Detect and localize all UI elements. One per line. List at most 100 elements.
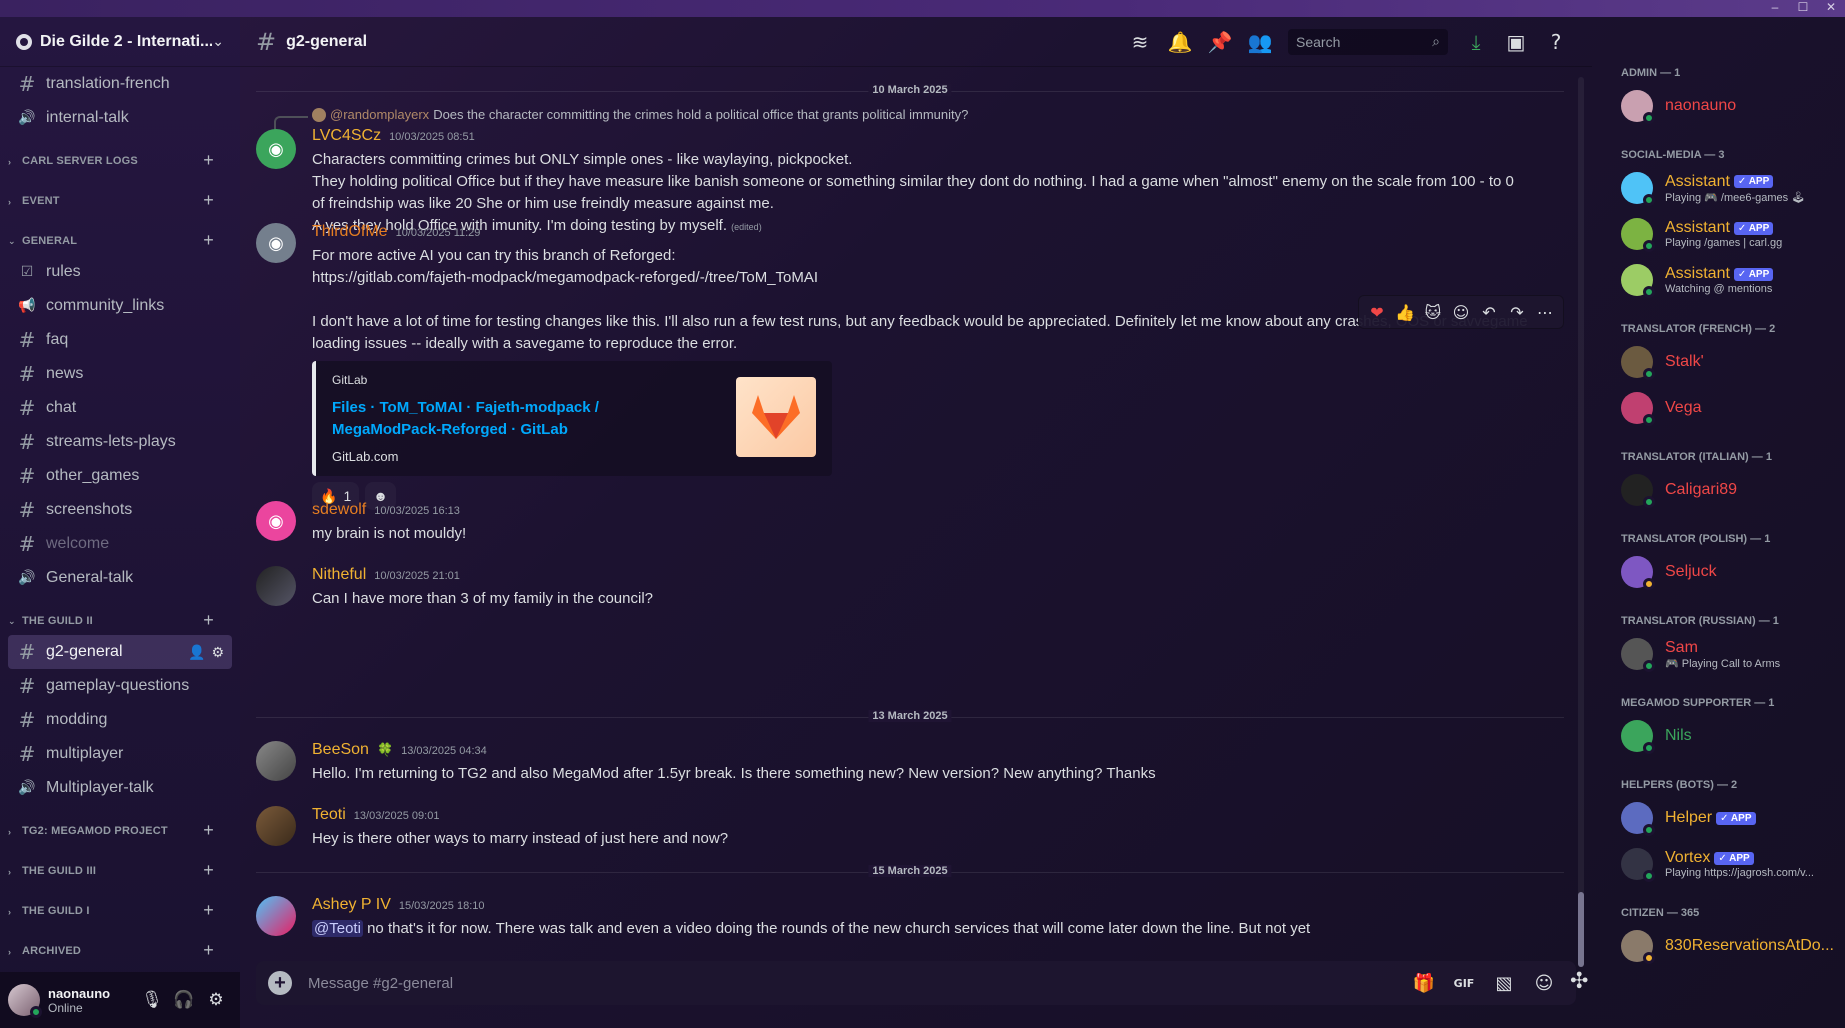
inbox-icon[interactable]: ▣ (1496, 30, 1536, 54)
help-icon[interactable]: ? (1536, 30, 1576, 54)
channel-screenshots[interactable]: # screenshots (8, 493, 232, 527)
channel-community-links[interactable]: 📢 community_links (8, 289, 232, 323)
category-the-guild-iii[interactable]: › THE GUILD III + (8, 845, 232, 885)
member-item[interactable]: Seljuck (1621, 549, 1837, 595)
member-item[interactable]: 830ReservationsAtDo... (1621, 923, 1837, 969)
member-avatar[interactable] (1621, 556, 1655, 590)
message-author[interactable]: Ashey P IV (312, 896, 391, 914)
create-channel-icon[interactable]: + (203, 941, 224, 959)
channel-modding[interactable]: # modding (8, 703, 232, 737)
category-carl-server-logs[interactable]: › CARL SERVER LOGS + (8, 135, 232, 175)
channel-multiplayer-talk[interactable]: 🔊 Multiplayer-talk (8, 771, 232, 805)
channel-news[interactable]: # news (8, 357, 232, 391)
member-item[interactable]: Helper ✓ APP (1621, 795, 1837, 841)
channel-streams-lets-plays[interactable]: # streams-lets-plays (8, 425, 232, 459)
category-the-guild-i[interactable]: › THE GUILD I + (8, 885, 232, 925)
discord-avatar-icon[interactable]: ◉ (256, 129, 296, 169)
emoji-icon[interactable]: ☺ (1524, 973, 1564, 994)
discord-avatar-icon[interactable]: ◉ (256, 223, 296, 263)
message-item[interactable]: Nitheful 10/03/2025 21:01 Can I have mor… (256, 566, 1564, 610)
server-header[interactable]: Die Gilde 2 - Internati... ⌄ (0, 17, 240, 67)
heart-reaction-icon[interactable]: ❤ (1363, 303, 1391, 322)
channel-translation-french[interactable]: # translation-french (8, 67, 232, 101)
member-item[interactable]: Assistant ✓ APP Playing /games | carl.gg (1621, 211, 1837, 257)
member-item[interactable]: Stalk' (1621, 339, 1837, 385)
member-item[interactable]: Nils (1621, 713, 1837, 759)
channel-rules[interactable]: ☑ rules (8, 255, 232, 289)
user-mention[interactable]: @Teoti (312, 920, 363, 937)
add-reaction-icon[interactable]: ☺ (1447, 303, 1475, 322)
member-avatar[interactable] (1621, 848, 1655, 882)
channel-faq[interactable]: # faq (8, 323, 232, 357)
member-item[interactable]: Assistant ✓ APP Watching @ mentions (1621, 257, 1837, 303)
search-input[interactable]: Search ⌕ (1288, 28, 1448, 55)
forward-icon[interactable]: ↷ (1503, 303, 1531, 322)
create-channel-icon[interactable]: + (203, 821, 224, 839)
headphones-icon[interactable]: 🎧 (168, 990, 200, 1010)
member-avatar[interactable] (1621, 346, 1655, 380)
create-channel-icon[interactable]: + (203, 901, 224, 919)
channel-general-talk[interactable]: 🔊 General-talk (8, 561, 232, 595)
channel-other-games[interactable]: # other_games (8, 459, 232, 493)
user-info[interactable]: naonauno Online (48, 986, 136, 1015)
user-avatar[interactable] (256, 896, 296, 936)
cat-emoji-icon[interactable]: 🐱 (1419, 303, 1447, 322)
settings-gear-icon[interactable]: ⚙ (200, 990, 232, 1010)
user-avatar[interactable] (256, 741, 296, 781)
message-item[interactable]: BeeSon 🍀 13/03/2025 04:34 Hello. I'm ret… (256, 741, 1564, 785)
member-item[interactable]: Caligari89 (1621, 467, 1837, 513)
member-avatar[interactable] (1621, 474, 1655, 508)
member-item[interactable]: Sam 🎮 Playing Call to Arms (1621, 631, 1837, 677)
minimize-icon[interactable]: – (1761, 0, 1789, 17)
message-item[interactable]: ◉ ThirdOfMe 10/03/2025 11:29 For more ac… (256, 223, 1564, 510)
member-item[interactable]: Assistant ✓ APP Playing 🎮 /mee6-games 🕹 (1621, 165, 1837, 211)
member-avatar[interactable] (1621, 930, 1655, 964)
more-options-icon[interactable]: ⋯ (1531, 303, 1559, 322)
attach-plus-icon[interactable]: + (268, 971, 292, 995)
message-author[interactable]: sdewolf (312, 501, 366, 519)
member-avatar[interactable] (1621, 392, 1655, 426)
user-avatar[interactable] (256, 566, 296, 606)
category-the-guild-ii[interactable]: ⌄ THE GUILD II + (8, 595, 232, 635)
channel-multiplayer[interactable]: # multiplayer (8, 737, 232, 771)
member-avatar[interactable] (1621, 172, 1655, 206)
member-list-icon[interactable]: 👥 (1240, 30, 1280, 54)
message-link[interactable]: https://gitlab.com/fajeth-modpack/megamo… (312, 267, 1564, 289)
user-avatar[interactable] (8, 984, 42, 1018)
microphone-icon[interactable]: 🎙 (136, 990, 168, 1010)
channel-g2-general[interactable]: # g2-general 👤 ⚙ (8, 635, 232, 669)
threads-icon[interactable]: ≋ (1120, 30, 1160, 54)
create-channel-icon[interactable]: + (203, 231, 224, 249)
member-avatar[interactable] (1621, 264, 1655, 298)
invite-icon[interactable]: 👤 (188, 644, 205, 661)
gitlab-logo-icon[interactable] (736, 377, 816, 457)
channel-internal-talk[interactable]: 🔊 internal-talk (8, 101, 232, 135)
scrollbar-thumb[interactable] (1578, 892, 1584, 967)
channel-settings-icon[interactable]: ⚙ (211, 644, 224, 661)
create-channel-icon[interactable]: + (203, 191, 224, 209)
category-tg2-megamod-project[interactable]: › TG2: MEGAMOD PROJECT + (8, 805, 232, 845)
embed-title[interactable]: Files · ToM_ToMAI · Fajeth-modpack / Meg… (332, 397, 712, 441)
maximize-icon[interactable]: ☐ (1789, 0, 1817, 17)
member-avatar[interactable] (1621, 218, 1655, 252)
bell-icon[interactable]: 🔔 (1160, 30, 1200, 54)
member-item[interactable]: Vortex ✓ APP Playing https://jagrosh.com/v… (1621, 841, 1837, 887)
member-item[interactable]: naonauno (1621, 83, 1837, 129)
message-author[interactable]: Teoti (312, 806, 346, 824)
reply-icon[interactable]: ↶ (1475, 303, 1503, 322)
apps-icon[interactable]: ✣ (1570, 969, 1588, 994)
member-avatar[interactable] (1621, 90, 1655, 124)
create-channel-icon[interactable]: + (203, 611, 224, 629)
thumbs-up-icon[interactable]: 👍 (1391, 303, 1419, 322)
gif-icon[interactable]: GIF (1444, 977, 1484, 990)
member-avatar[interactable] (1621, 802, 1655, 836)
create-channel-icon[interactable]: + (203, 861, 224, 879)
member-avatar[interactable] (1621, 720, 1655, 754)
download-icon[interactable]: ⤓ (1456, 30, 1496, 54)
pin-icon[interactable]: 📌 (1200, 30, 1240, 54)
channel-gameplay-questions[interactable]: # gameplay-questions (8, 669, 232, 703)
message-author[interactable]: ThirdOfMe (312, 223, 388, 241)
message-author[interactable]: LVC4SCz (312, 127, 381, 145)
message-input[interactable]: Message #g2-general (308, 975, 1404, 992)
member-item[interactable]: Vega (1621, 385, 1837, 431)
